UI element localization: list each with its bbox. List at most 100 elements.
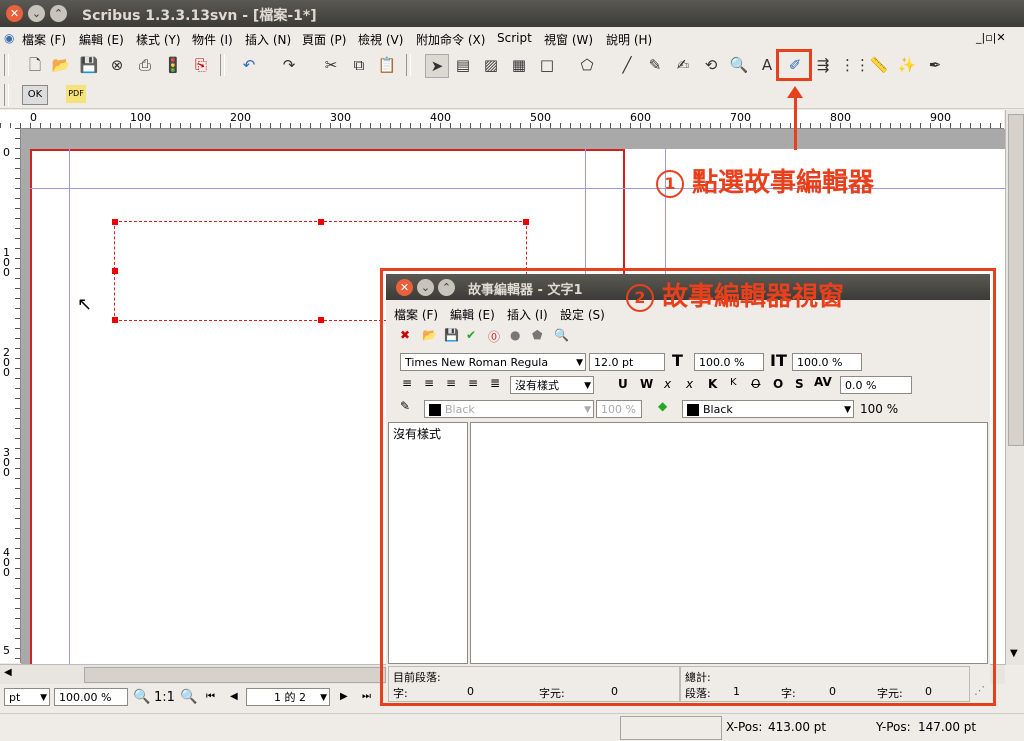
redo-icon[interactable]: ↷ [278,54,300,76]
subscript-button[interactable]: x [664,377,671,391]
link-frames-icon[interactable]: ⇶ [812,54,834,76]
se-menu-settings[interactable]: 設定 (S) [560,306,605,323]
toolbar-grip[interactable] [4,54,9,76]
first-page-icon[interactable]: ⏮ [206,691,215,702]
save-icon[interactable]: 💾 [78,54,100,76]
reload-icon[interactable]: ● [510,328,520,342]
clear-icon[interactable]: ✖ [400,328,410,342]
zoom-ratio[interactable]: 1:1 [154,690,175,705]
ok-button[interactable]: OK [22,85,48,105]
open-folder-icon[interactable]: 📂 [422,328,437,342]
cut-icon[interactable]: ✂ [320,54,342,76]
save-icon[interactable]: 💾 [444,328,459,342]
table-icon[interactable]: ▦ [508,54,530,76]
tracking-field[interactable]: 0.0 % [840,376,912,394]
update-icon[interactable]: ⬟ [532,328,542,342]
mdi-controls-icon[interactable]: _|▫|✕ [976,31,1006,44]
menu-script[interactable]: Script [497,31,532,45]
minimize-icon[interactable]: ⌄ [28,5,45,22]
menu-file[interactable]: 檔案 (F) [22,31,66,48]
shape-icon[interactable]: □ [536,54,558,76]
maximize-icon[interactable]: ⌃ [50,5,67,22]
scroll-left-icon[interactable]: ◀ [4,667,12,678]
undo-icon[interactable]: ↶ [238,54,260,76]
menu-extras[interactable]: 附加命令 (X) [416,31,485,48]
scale-v-field[interactable]: 100.0 % [792,353,862,371]
se-menu-insert[interactable]: 插入 (I) [507,306,548,323]
font-select[interactable]: Times New Roman Regula [400,353,586,372]
open-folder-icon[interactable]: 📂 [50,54,72,76]
toolbar-grip[interactable] [220,54,225,76]
stroke-shade-field[interactable]: 100 % [596,400,642,418]
resize-grip-icon[interactable]: ⋰ [974,684,985,697]
zoom-in-icon[interactable]: 🔍 [180,689,197,705]
superscript-button[interactable]: x [686,377,693,391]
cancel-icon[interactable]: ⓪ [488,328,500,345]
menu-page[interactable]: 頁面 (P) [302,31,346,48]
align-forced-icon[interactable]: ≣ [490,376,500,390]
rotate-icon[interactable]: ⟲ [700,54,722,76]
small-caps-button[interactable]: K [730,377,737,388]
minimize-icon[interactable]: ⌄ [417,279,434,296]
zoom-out-icon[interactable]: 🔍 [133,689,150,705]
menu-insert[interactable]: 插入 (N) [245,31,291,48]
pdf-icon[interactable]: PDF [66,85,86,103]
edit-text-icon[interactable]: A [756,54,778,76]
next-page-icon[interactable]: ▶ [340,691,348,702]
select-pointer-icon[interactable]: ➤ [425,54,449,78]
toolbar-grip[interactable] [406,54,411,76]
zoom-icon[interactable]: 🔍 [728,54,750,76]
vertical-ruler[interactable]: 0 1 0 0 2 0 0 3 0 0 4 0 0 5 [0,128,21,663]
style-list-item[interactable]: 沒有樣式 [393,425,441,442]
print-icon[interactable]: ⎙ [134,54,156,76]
fill-shade-value[interactable]: 100 % [860,402,898,416]
zoom-field[interactable]: 100.00 % [54,688,128,706]
image-frame-icon[interactable]: ▨ [480,54,502,76]
vertical-scrollbar[interactable]: ▼ [1005,110,1024,665]
se-menu-edit[interactable]: 編輯 (E) [450,306,495,323]
close-document-icon[interactable]: ⊗ [106,54,128,76]
measure-icon[interactable]: 📏 [868,54,890,76]
bezier-icon[interactable]: ✎ [644,54,666,76]
scroll-thumb[interactable] [1008,114,1024,446]
unit-select[interactable]: pt [4,688,50,707]
last-page-icon[interactable]: ⏭ [362,691,371,702]
app-icon[interactable]: ◉ [4,31,14,45]
toolbar-grip[interactable] [4,84,9,106]
menu-view[interactable]: 檢視 (V) [358,31,403,48]
prev-page-icon[interactable]: ◀ [230,691,238,702]
copy-icon[interactable]: ⧉ [348,54,370,76]
menu-help[interactable]: 說明 (H) [606,31,652,48]
preflight-icon[interactable]: 🚦 [162,54,184,76]
eyedropper-icon[interactable]: ✒ [924,54,946,76]
fill-color-select[interactable]: Black [682,400,854,419]
paragraph-style-select[interactable]: 沒有樣式 [510,376,594,395]
polygon-icon[interactable]: ⬠ [576,54,598,76]
export-pdf-icon[interactable]: ⎘ [190,54,212,76]
align-justify-icon[interactable]: ≡ [468,376,478,390]
shadow-button[interactable]: S [795,377,804,391]
style-list-panel[interactable]: 沒有樣式 [388,422,468,664]
copy-properties-icon[interactable]: ✨ [896,54,918,76]
menu-edit[interactable]: 編輯 (E) [79,31,124,48]
scale-h-field[interactable]: 100.0 % [694,353,764,371]
font-size-field[interactable]: 12.0 pt [589,353,665,371]
align-center-icon[interactable]: ≡ [424,376,434,390]
menu-item[interactable]: 物件 (I) [192,31,233,48]
all-caps-button[interactable]: K [708,377,717,391]
align-left-icon[interactable]: ≡ [402,376,412,390]
scroll-down-icon[interactable]: ▼ [1010,648,1018,659]
line-icon[interactable]: ╱ [616,54,638,76]
freehand-icon[interactable]: ✍ [672,54,694,76]
close-icon[interactable]: ✕ [396,279,413,296]
menu-style[interactable]: 樣式 (Y) [136,31,181,48]
outline-button[interactable]: O [773,377,783,391]
align-right-icon[interactable]: ≡ [446,376,456,390]
underline-button[interactable]: U [618,377,628,391]
menu-windows[interactable]: 視窗 (W) [544,31,593,48]
text-frame-icon[interactable]: ▤ [452,54,474,76]
apply-check-icon[interactable]: ✔ [466,328,476,342]
unlink-frames-icon[interactable]: ⋮⋮ [840,54,870,76]
text-edit-area[interactable] [470,422,988,664]
scroll-thumb[interactable] [84,667,386,683]
